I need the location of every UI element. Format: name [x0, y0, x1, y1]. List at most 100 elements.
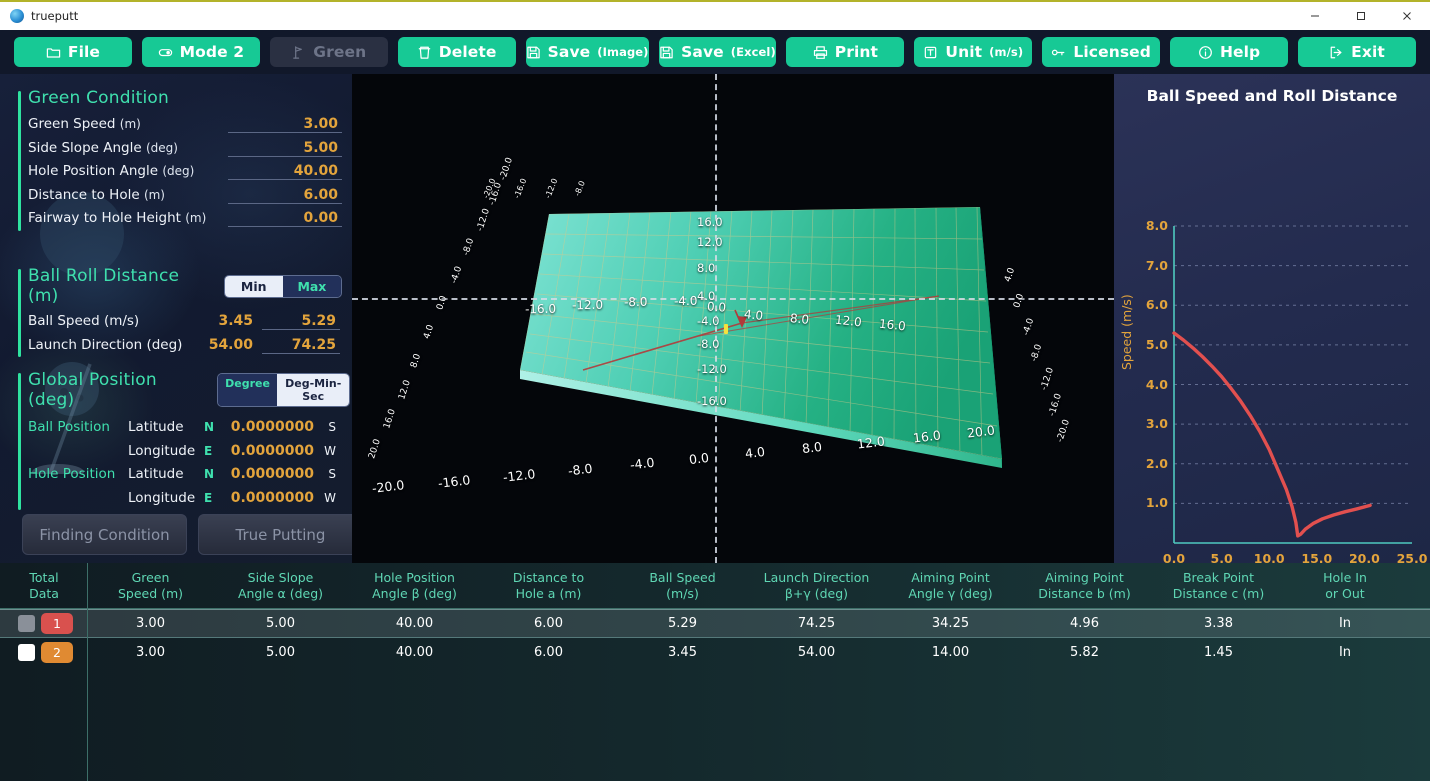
position-group-label: Hole Position: [28, 466, 128, 482]
field-value[interactable]: 6.00: [228, 187, 342, 204]
toggle-option-degree[interactable]: Degree: [218, 374, 278, 406]
maximize-icon[interactable]: [1338, 1, 1384, 31]
toolbar-button-sublabel: (Excel): [731, 45, 776, 59]
table-column-divider: [87, 563, 88, 781]
table-cell: 3.45: [616, 645, 749, 660]
header-line-1: Side Slope: [248, 570, 314, 585]
field-value[interactable]: 0.00: [228, 210, 342, 227]
green-y-tick: -4.0: [697, 314, 719, 328]
toolbar-button-licensed[interactable]: Licensed: [1042, 37, 1160, 67]
toolbar-button-file[interactable]: File: [14, 37, 132, 67]
toolbar-button-label: Mode 2: [180, 43, 244, 61]
toolbar-button-sublabel: (m/s): [989, 45, 1023, 59]
app-icon: [10, 9, 24, 23]
toolbar-button-print[interactable]: Print: [786, 37, 904, 67]
toggle-option-deg-min-sec[interactable]: Deg-Min-Sec: [277, 374, 349, 406]
field-value-max[interactable]: 5.29: [262, 313, 340, 330]
table-column-header: Hole Inor Out: [1285, 570, 1405, 601]
hemisphere-secondary: S: [314, 420, 336, 434]
field-value[interactable]: 40.00: [228, 163, 342, 180]
toggle-option-max[interactable]: Max: [283, 276, 341, 297]
field-label: Distance to Hole (m): [28, 187, 228, 203]
table-cell: 3.38: [1152, 616, 1285, 631]
header-line-2: Hole a (m): [481, 586, 616, 602]
header-line-1: Total: [29, 570, 58, 585]
global-position-row: LongitudeE0.0000000W: [28, 443, 350, 467]
coordinate-value[interactable]: 0.0000000: [222, 490, 314, 506]
flag-icon: [291, 45, 306, 60]
coordinate-value[interactable]: 0.0000000: [222, 443, 314, 459]
table-column-header: Hole PositionAngle β (deg): [348, 570, 481, 601]
finding-condition-button[interactable]: Finding Condition: [22, 514, 187, 555]
toolbar-button-exit[interactable]: Exit: [1298, 37, 1416, 67]
green-x-tick-inner: -16.0: [525, 302, 556, 317]
header-line-2: Distance c (m): [1152, 586, 1285, 602]
toolbar-button-label: Save: [548, 43, 591, 61]
global-position-row: Hole PositionLatitudeN0.0000000S: [28, 466, 350, 490]
table-column-header: Break PointDistance c (m): [1152, 570, 1285, 601]
coordinate-value[interactable]: 0.0000000: [222, 419, 314, 435]
min-max-toggle[interactable]: Min Max: [224, 275, 342, 298]
green-3d-view[interactable]: 16.012.08.04.0-4.0-8.0-12.0-16.0-16.0-12…: [352, 74, 1114, 563]
field-value[interactable]: 5.00: [228, 140, 342, 157]
hemisphere-secondary: W: [314, 444, 336, 458]
green-y-tick: -8.0: [697, 337, 719, 351]
table-cell: 40.00: [348, 616, 481, 631]
toolbar-button-help[interactable]: Help: [1170, 37, 1288, 67]
global-position-title: Global Position (deg): [28, 370, 208, 410]
header-line-2: Angle α (deg): [213, 586, 348, 602]
degree-format-toggle[interactable]: Degree Deg-Min-Sec: [217, 373, 350, 407]
table-row[interactable]: 23.005.0040.006.003.4554.0014.005.821.45…: [0, 638, 1430, 667]
table-row[interactable]: 13.005.0040.006.005.2974.2534.254.963.38…: [0, 609, 1430, 638]
toolbar-button-delete[interactable]: Delete: [398, 37, 516, 67]
chart-y-tick-label: 3.0: [1136, 416, 1168, 431]
close-icon[interactable]: [1384, 1, 1430, 31]
coordinate-value[interactable]: 0.0000000: [222, 466, 314, 482]
field-label: Hole Position Angle (deg): [28, 163, 228, 179]
window-title: trueputt: [31, 9, 78, 23]
exit-icon: [1329, 45, 1344, 60]
header-line-1: Hole In: [1323, 570, 1367, 585]
unit-icon: [923, 45, 938, 60]
toolbar-button-label: Help: [1220, 43, 1260, 61]
position-group-label: Ball Position: [28, 419, 128, 435]
toolbar-button-label: Licensed: [1073, 43, 1151, 61]
header-line-2: Distance b (m): [1017, 586, 1152, 602]
ball-roll-row: Ball Speed (m/s)3.455.29: [28, 313, 342, 337]
speed-distance-chart: Ball Speed and Roll Distance Speed (m/s)…: [1114, 74, 1430, 563]
toggle-option-min[interactable]: Min: [225, 276, 283, 297]
header-line-2: Speed (m): [88, 586, 213, 602]
row-checkbox[interactable]: [18, 615, 35, 632]
action-button-row: Finding Condition True Putting: [22, 514, 352, 555]
toolbar-button-unit-ms[interactable]: Unit(m/s): [914, 37, 1032, 67]
toolbar-button-label: File: [68, 43, 100, 61]
green-y-tick: -12.0: [697, 362, 727, 376]
toolbar-button-save-Excel[interactable]: Save(Excel): [659, 37, 777, 67]
table-cell: 5.00: [213, 645, 348, 660]
green-x-tick-inner: 12.0: [834, 313, 862, 330]
header-line-1: Green: [132, 570, 170, 585]
toolbar-button-mode-2[interactable]: Mode 2: [142, 37, 260, 67]
toolbar-button-save-Image[interactable]: Save(Image): [526, 37, 649, 67]
green-base-tick: -8.0: [567, 461, 593, 479]
field-label: Launch Direction (deg): [28, 337, 185, 353]
chart-y-tick-label: 5.0: [1136, 337, 1168, 352]
true-putting-button[interactable]: True Putting: [198, 514, 352, 555]
header-line-1: Aiming Point: [911, 570, 990, 585]
header-line-2: β+γ (deg): [749, 586, 884, 602]
toolbar-button-label: Delete: [439, 43, 497, 61]
field-value[interactable]: 3.00: [228, 116, 342, 133]
green-y-tick: -16.0: [697, 394, 727, 408]
main-toolbar: FileMode 2GreenDeleteSave(Image)Save(Exc…: [0, 30, 1430, 74]
global-position-row: LongitudeE0.0000000W: [28, 490, 350, 514]
green-x-tick-inner: 0.0: [707, 299, 727, 314]
green-condition-section: Green Condition Green Speed (m)3.00Side …: [10, 88, 342, 234]
green-condition-row: Fairway to Hole Height (m)0.00: [28, 210, 342, 234]
row-checkbox[interactable]: [18, 644, 35, 661]
field-value-max[interactable]: 74.25: [262, 337, 340, 354]
minimize-icon[interactable]: [1292, 1, 1338, 31]
application-window: trueputt File Mode 2 Green Delete Save(Image…: [0, 0, 1430, 781]
table-cell: 40.00: [348, 645, 481, 660]
info-icon: [1198, 45, 1213, 60]
green-surface-render: [352, 74, 1114, 563]
